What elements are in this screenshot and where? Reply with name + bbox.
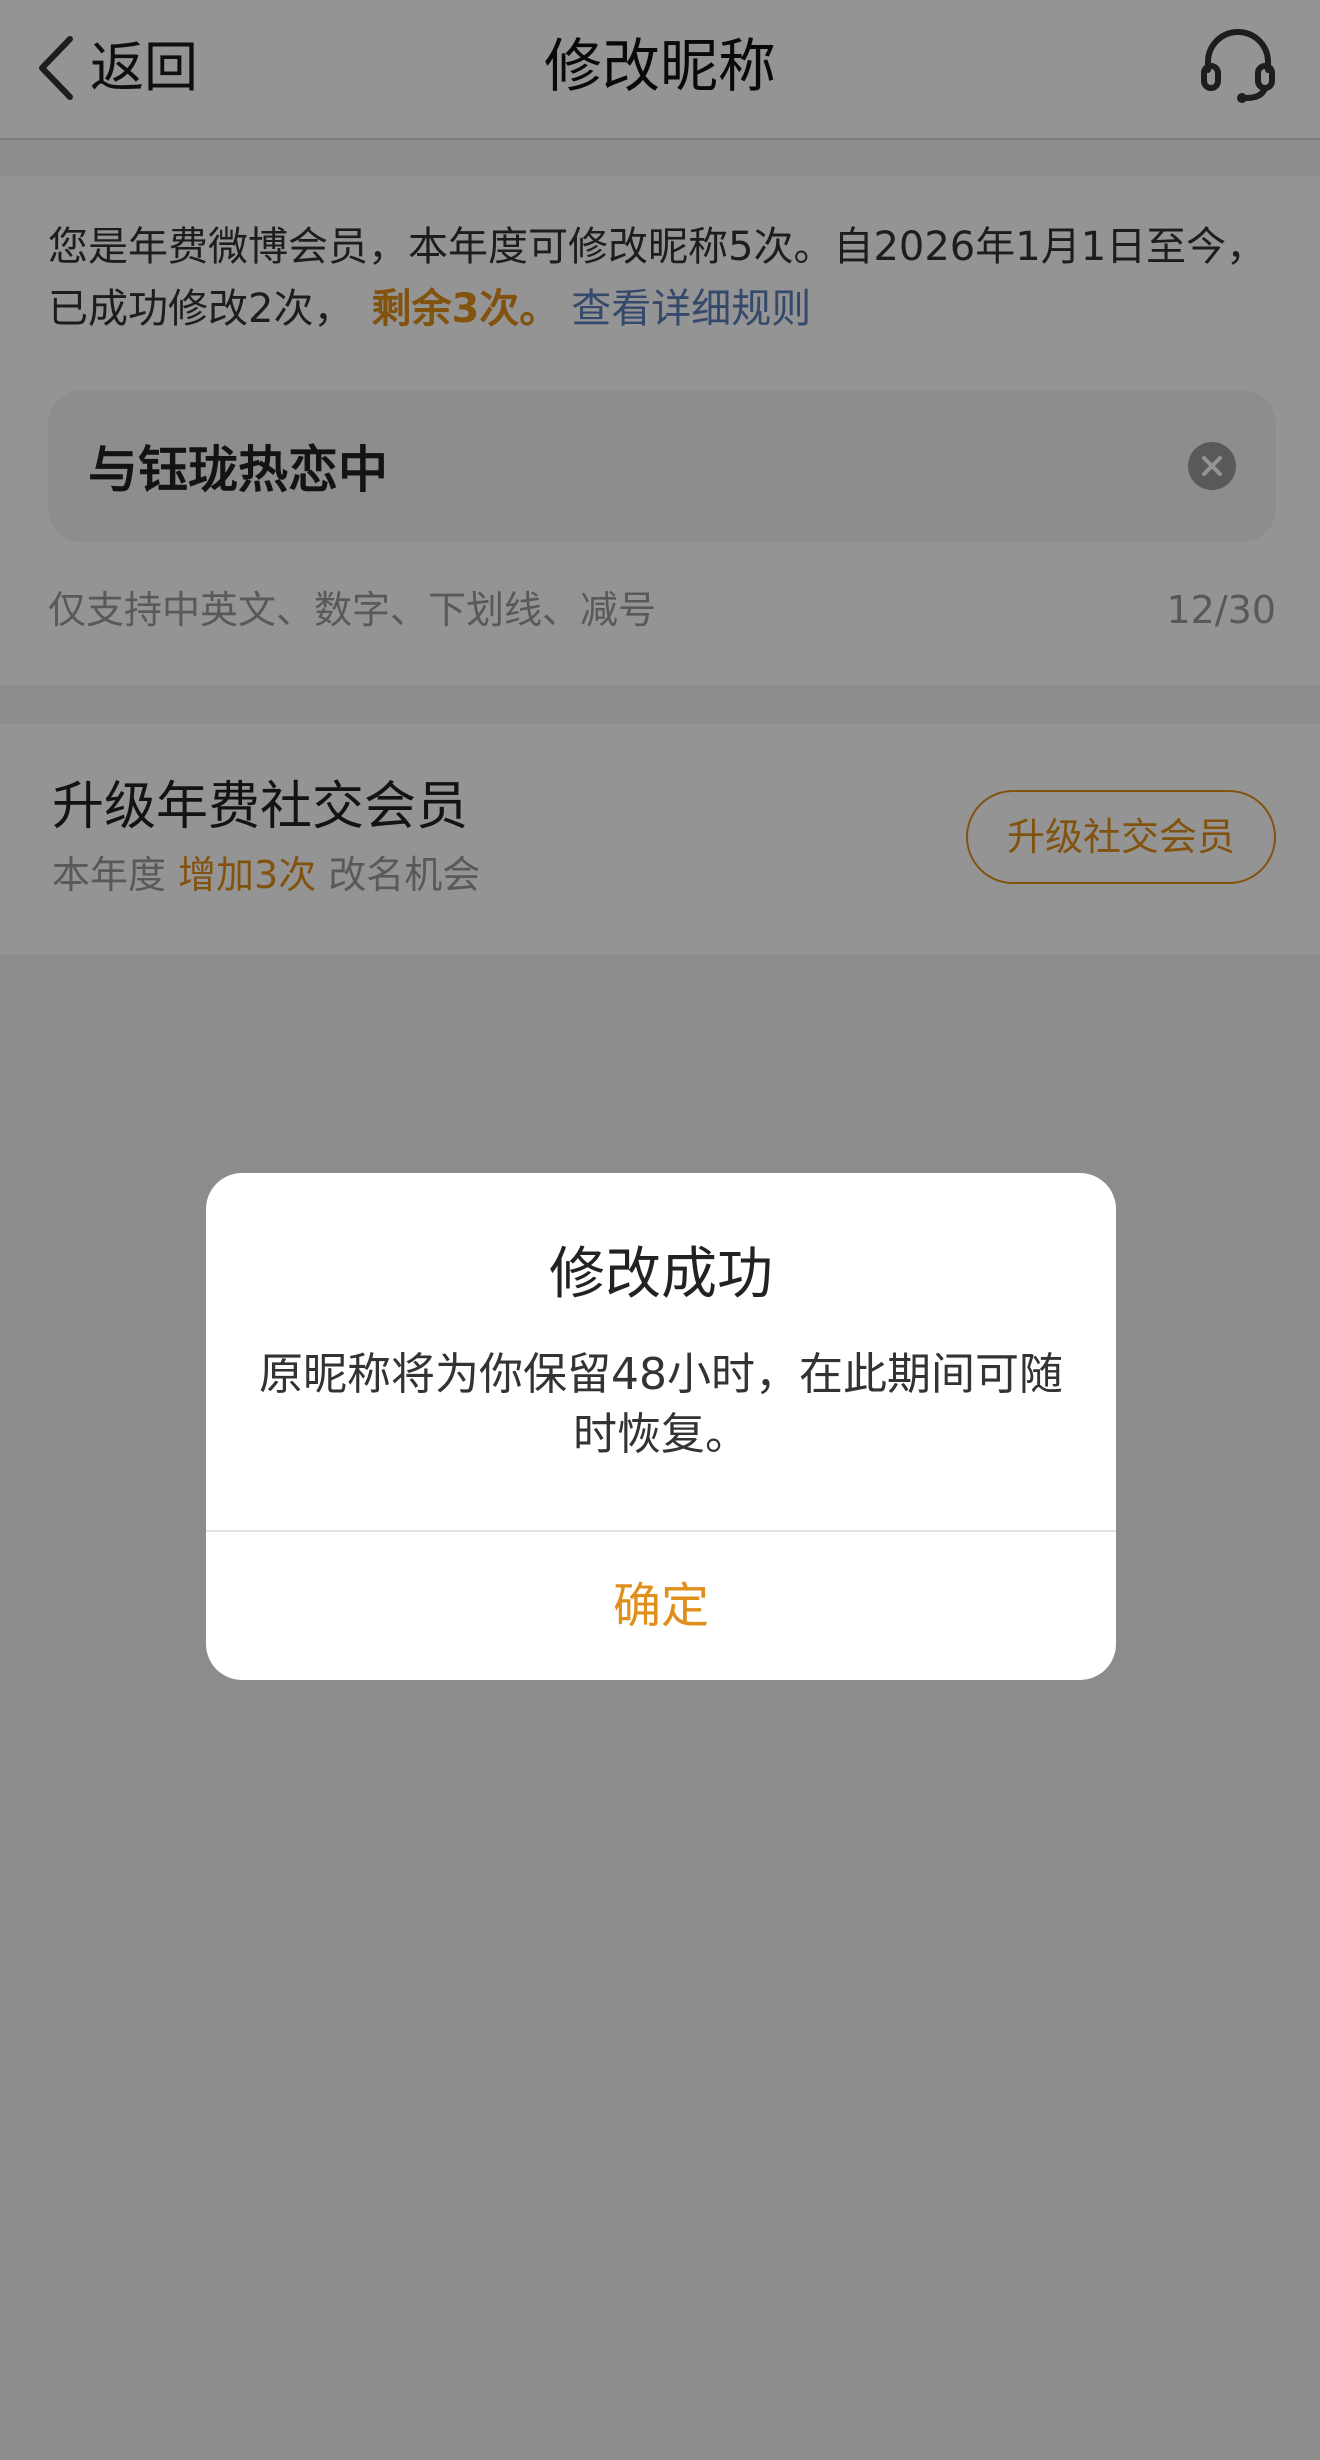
dialog-title: 修改成功: [549, 1242, 773, 1307]
dialog-message: 原昵称将为你保留48小时，在此期间可随时恢复。: [259, 1349, 1063, 1460]
success-dialog: 修改成功 原昵称将为你保留48小时，在此期间可随时恢复。 确定: [206, 1173, 1116, 1680]
confirm-button[interactable]: 确定: [206, 1532, 1116, 1680]
